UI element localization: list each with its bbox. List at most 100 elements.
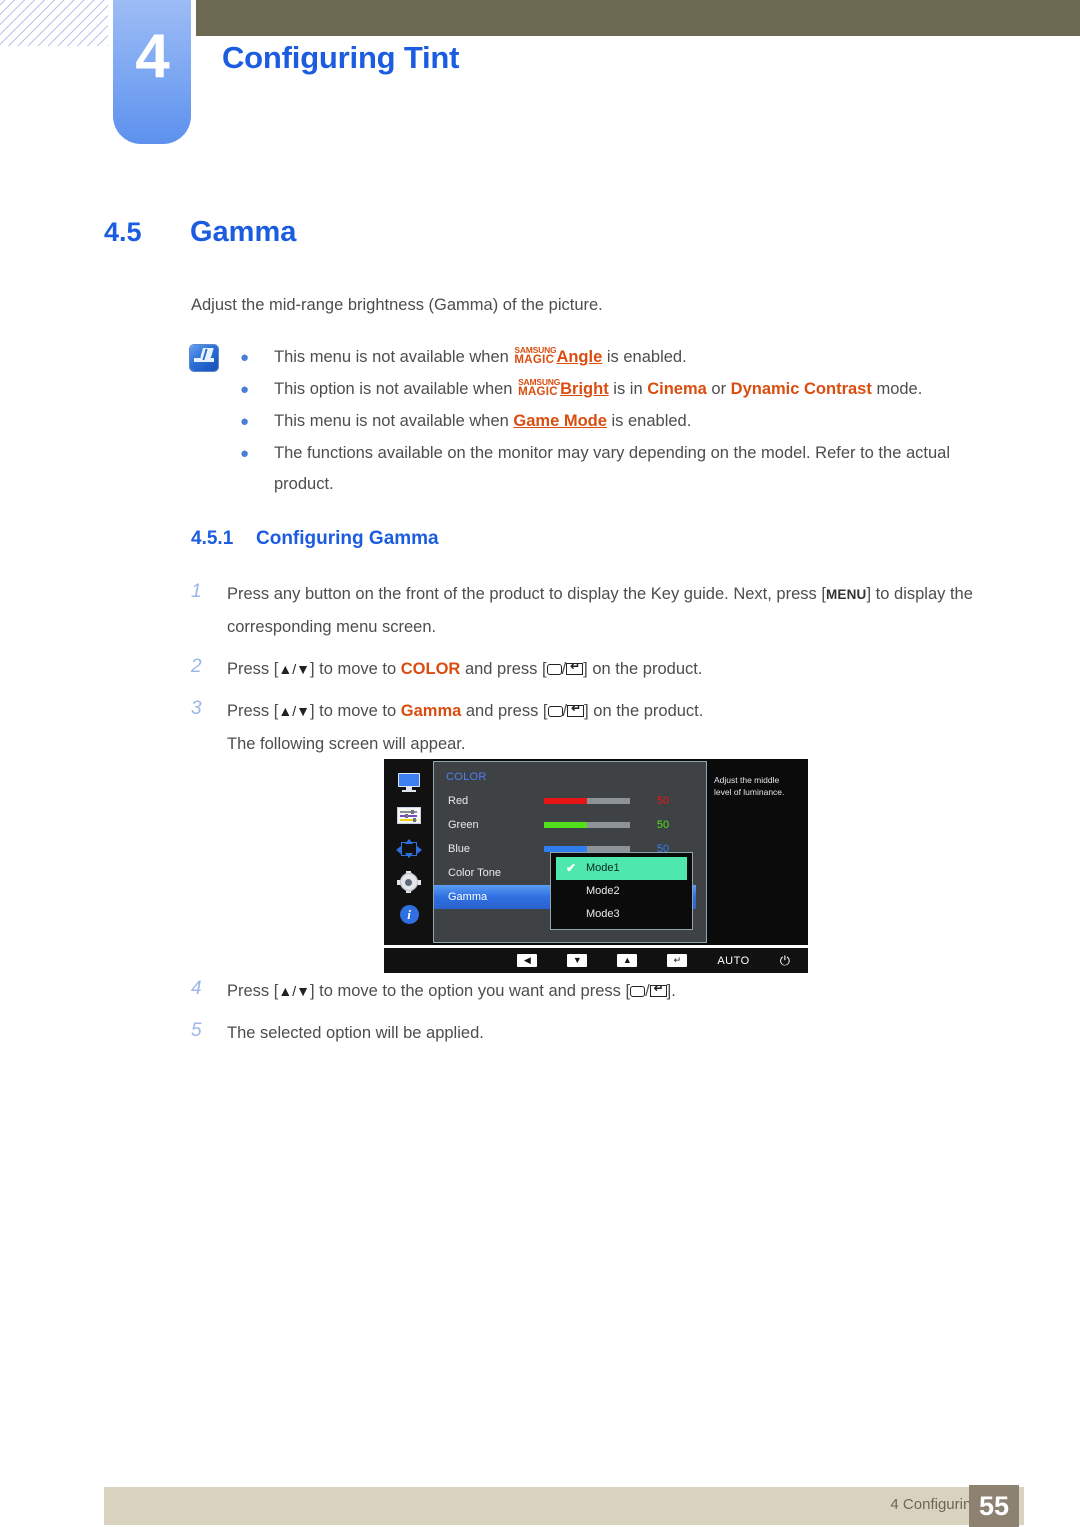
osd-screen: i COLOR Red 50 Green 50 Blue 50 Color To… — [384, 759, 808, 945]
left-button-glyph: ◀ — [517, 954, 538, 967]
down-button-glyph: ▼ — [567, 954, 588, 967]
up-down-arrows-icon: ▲/▼ — [278, 661, 310, 677]
dropdown-item-mode1[interactable]: ✔ Mode1 — [556, 857, 687, 880]
info-icon[interactable]: i — [396, 905, 422, 925]
monitor-icon[interactable] — [396, 773, 422, 793]
chapter-title: Configuring Tint — [222, 40, 460, 75]
step-text-part: ] to move to the option you want and pre… — [309, 982, 631, 1000]
target-color-menu: COLOR — [400, 660, 461, 678]
step-text-part: ] to move to — [309, 660, 401, 678]
section-heading: 4.5 Gamma — [104, 216, 296, 249]
target-gamma-menu: Gamma — [400, 702, 462, 720]
step-text: Press [▲/▼] to move to COLOR and press [… — [227, 653, 1001, 686]
osd-row-label: Gamma — [448, 891, 488, 903]
samsung-magic-logo: SAMSUNG MAGIC — [518, 378, 560, 398]
step-text-part: and press [ — [461, 702, 548, 720]
size-icon-arrow-right — [416, 846, 422, 854]
magic-angle-link[interactable]: Angle — [556, 348, 602, 366]
dropdown-item-label: Mode1 — [586, 862, 620, 874]
dropdown-item-mode3[interactable]: Mode3 — [551, 903, 692, 926]
mode-dynamic-contrast: Dynamic Contrast — [730, 380, 872, 398]
osd-menu-figure: i COLOR Red 50 Green 50 Blue 50 Color To… — [384, 759, 808, 973]
info-icon-glyph: i — [399, 905, 419, 924]
step-text-part: ] on the product. — [584, 702, 704, 720]
size-position-icon[interactable] — [395, 839, 422, 859]
dropdown-item-label: Mode3 — [586, 908, 620, 920]
bullet-suffix: mode. — [871, 380, 923, 398]
bullet-text: This menu is not available when SAMSUNG M… — [274, 342, 1000, 373]
monitor-icon-base — [401, 790, 416, 792]
picture-sliders-icon[interactable] — [396, 806, 422, 826]
game-mode-link[interactable]: Game Mode — [513, 412, 607, 430]
step-1: 1 Press any button on the front of the p… — [191, 578, 1001, 644]
sliders-icon-line — [399, 811, 417, 813]
gear-icon[interactable] — [396, 871, 422, 893]
osd-slider-red[interactable] — [544, 798, 630, 804]
down-button[interactable]: ▼ — [567, 954, 588, 967]
osd-icon-sidebar: i — [384, 759, 433, 945]
osd-slider-green[interactable] — [544, 822, 630, 828]
dropdown-item-mode2[interactable]: Mode2 — [551, 880, 692, 903]
enter-button-icon — [566, 663, 584, 675]
step-followup-text: The following screen will appear. — [227, 735, 466, 753]
logo-magic-text: MAGIC — [514, 354, 555, 366]
step-text-part: Press any button on the front of the pro… — [227, 585, 826, 603]
step-text: Press [▲/▼] to move to the option you wa… — [227, 975, 1001, 1008]
size-icon-arrow-left — [395, 846, 401, 854]
step-number: 2 — [191, 656, 202, 677]
sliders-icon-knob — [412, 818, 416, 822]
step-2: 2 Press [▲/▼] to move to COLOR and press… — [191, 653, 1001, 686]
power-button[interactable]: ⏻ — [780, 953, 790, 969]
step-number: 3 — [191, 698, 202, 719]
enter-button[interactable]: ↵ — [667, 954, 688, 967]
menu-keycap: MENU — [825, 587, 867, 602]
list-item: ● This option is not available when SAMS… — [240, 374, 1000, 405]
step-text-part: ] to move to — [309, 702, 401, 720]
step-text: Press any button on the front of the pro… — [227, 578, 1001, 644]
gear-icon-body — [399, 873, 418, 891]
bullet-marker-icon: ● — [240, 413, 250, 430]
bullet-marker-icon: ● — [240, 445, 250, 462]
osd-row-label: Red — [448, 795, 469, 807]
note-icon — [190, 345, 218, 371]
bullet-suffix: is enabled. — [602, 348, 687, 366]
list-item: ● This menu is not available when Game M… — [240, 406, 1000, 437]
up-button[interactable]: ▲ — [617, 954, 638, 967]
enter-button-icon — [567, 705, 585, 717]
up-down-arrows-icon: ▲/▼ — [278, 983, 310, 999]
step-number: 4 — [191, 978, 202, 999]
osd-row-value: 50 — [656, 819, 670, 831]
size-icon-arrow-down — [404, 853, 413, 858]
gamma-options-dropdown: ✔ Mode1 Mode2 Mode3 — [550, 852, 693, 930]
osd-help-text: Adjust the middle level of luminance. — [707, 761, 806, 943]
osd-row-red[interactable]: Red 50 — [446, 789, 706, 813]
osd-row-green[interactable]: Green 50 — [446, 813, 706, 837]
logo-magic-text: MAGIC — [518, 386, 558, 398]
dropdown-item-label: Mode2 — [586, 885, 620, 897]
step-text: The selected option will be applied. — [227, 1024, 484, 1042]
left-button[interactable]: ◀ — [517, 954, 538, 967]
chapter-number: 4 — [135, 22, 169, 91]
magic-bright-link[interactable]: Bright — [560, 380, 609, 398]
source-button-icon — [546, 664, 562, 675]
note-bullet-list: ● This menu is not available when SAMSUN… — [240, 342, 1000, 501]
source-button-icon — [630, 986, 646, 997]
step-5: 5 The selected option will be applied. — [191, 1017, 1001, 1050]
bullet-marker-icon: ● — [240, 381, 250, 398]
step-text-part: ]. — [666, 982, 676, 1000]
section-number: 4.5 — [104, 217, 142, 247]
footer-bar — [104, 1487, 1024, 1525]
bullet-prefix: This option is not available when — [274, 380, 518, 398]
sliders-icon-knob — [404, 814, 408, 818]
subsection-heading: 4.5.1 Configuring Gamma — [191, 528, 439, 550]
step-text-part: and press [ — [460, 660, 547, 678]
page-number: 55 — [969, 1485, 1019, 1527]
up-button-glyph: ▲ — [617, 954, 638, 967]
section-intro-text: Adjust the mid-range brightness (Gamma) … — [191, 296, 603, 314]
osd-slider-fill — [544, 822, 587, 828]
osd-slider-fill — [544, 798, 587, 804]
auto-button[interactable]: AUTO — [717, 955, 749, 967]
list-item: ● The functions available on the monitor… — [240, 438, 1000, 500]
size-icon-arrow-up — [404, 839, 413, 844]
bullet-mid: is in — [608, 380, 648, 398]
